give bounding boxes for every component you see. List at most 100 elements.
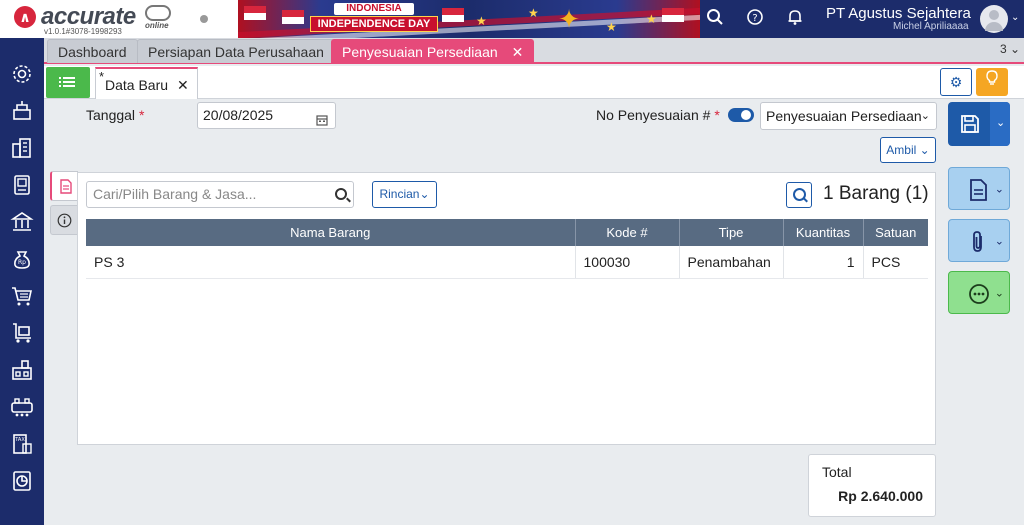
avatar[interactable] (980, 5, 1008, 33)
gear-icon[interactable]: ⚙ (940, 68, 972, 96)
more-actions-button[interactable]: ⌄ (948, 271, 1010, 314)
sub-toolbar: * Data Baru ✕ ⚙ (44, 66, 1024, 99)
workspace: Dashboard Persiapan Data Perusahaan Peny… (44, 38, 1024, 525)
search-icon[interactable] (786, 182, 812, 208)
save-button[interactable]: ⌄ (948, 102, 1010, 146)
total-label: Total (822, 464, 852, 480)
document-actions-button[interactable]: ⌄ (948, 167, 1010, 210)
attachment-button[interactable]: ⌄ (948, 219, 1010, 262)
auto-number-toggle[interactable] (728, 108, 754, 122)
chevron-down-icon: ⌄ (994, 183, 1004, 195)
col-kode[interactable]: Kode # (575, 219, 680, 246)
company-icon[interactable] (10, 99, 34, 123)
required-mark: * (138, 107, 145, 123)
banner-title: INDONESIA INDEPENDENCE DAY (310, 3, 438, 32)
close-icon[interactable]: ✕ (512, 44, 524, 60)
no-label-text: No Penyesuaian # (596, 107, 711, 123)
tab-label: Persiapan Data Perusahaan (148, 44, 324, 60)
tab-detail[interactable] (50, 171, 78, 201)
calendar-icon[interactable] (316, 109, 328, 134)
no-penyesuaian-select[interactable]: Penyesuaian Persediaan ⌄ (760, 102, 937, 130)
tab-dashboard[interactable]: Dashboard (47, 39, 138, 63)
tanggal-value: 20/08/2025 (203, 107, 274, 123)
warehouse-icon[interactable] (10, 358, 34, 382)
star-icon: ★ (528, 6, 539, 20)
flag-icon (662, 8, 684, 22)
list-view-button[interactable] (46, 67, 90, 98)
document-icon (970, 179, 987, 201)
item-search-input[interactable] (93, 186, 323, 202)
cell-kuantitas[interactable]: 1 (783, 246, 864, 279)
report-icon[interactable] (10, 469, 34, 493)
banner-line2: INDEPENDENCE DAY (310, 16, 438, 32)
more-icon (969, 284, 989, 304)
rincian-button[interactable]: Rincian⌄ (372, 181, 437, 208)
tanggal-field[interactable]: 20/08/2025 (197, 102, 336, 129)
svg-text:?: ? (752, 13, 757, 24)
cart-icon[interactable] (10, 284, 34, 308)
tanggal-label: Tanggal * (86, 107, 144, 123)
paperclip-icon (973, 231, 982, 252)
item-search-box[interactable] (86, 181, 354, 208)
ambil-button[interactable]: Ambil ⌄ (880, 137, 936, 163)
chevron-down-icon: ⌄ (994, 235, 1004, 247)
company-name[interactable]: PT Agustus Sejahtera (826, 5, 971, 22)
help-icon[interactable]: ? (744, 8, 766, 30)
cloud-icon (145, 5, 171, 21)
rincian-label: Rincian (379, 187, 420, 201)
items-table: Nama Barang Kode # Tipe Kuantitas Satuan… (86, 219, 928, 279)
search-icon[interactable] (335, 188, 347, 200)
tab-penyesuaian-persediaan[interactable]: Penyesuaian Persediaan ✕ (331, 39, 535, 63)
required-mark: * (714, 107, 720, 123)
col-tipe[interactable]: Tipe (679, 219, 784, 246)
trolley-icon[interactable] (10, 321, 34, 345)
production-icon[interactable] (10, 395, 34, 419)
subtab-label: Data Baru (105, 77, 169, 93)
save-options-dropdown[interactable]: ⌄ (990, 102, 1010, 146)
cell-kode[interactable]: 100030 (575, 246, 680, 279)
cell-nama[interactable]: PS 3 (86, 246, 576, 279)
bell-icon[interactable] (784, 8, 806, 30)
money-bag-icon[interactable]: Rp (10, 247, 34, 271)
tab-label: Dashboard (58, 44, 127, 60)
top-bar: ∧ accurate online v1.0.1#3078-1998293 IN… (0, 0, 1024, 38)
module-tabs: Dashboard Persiapan Data Perusahaan Peny… (44, 38, 1024, 64)
user-name: Michel Apriliaaaa (893, 21, 969, 32)
cell-tipe[interactable]: Penambahan (679, 246, 784, 279)
tanggal-label-text: Tanggal (86, 107, 136, 123)
chevron-down-icon: ⌄ (996, 117, 1006, 129)
tab-label: Penyesuaian Persediaan (342, 44, 498, 60)
search-icon[interactable] (704, 8, 726, 30)
flag-icon (442, 8, 464, 22)
table-row[interactable]: PS 3 100030 Penambahan 1 PCS (86, 246, 928, 279)
info-icon (57, 213, 72, 228)
bank-icon[interactable] (10, 210, 34, 234)
status-dot-icon (200, 15, 208, 23)
document-icon (60, 179, 72, 194)
no-penyesuaian-label: No Penyesuaian # * (596, 107, 720, 123)
brand-area[interactable]: ∧ accurate online v1.0.1#3078-1998293 (0, 0, 238, 38)
settings-icon[interactable] (10, 62, 34, 86)
tab-data-baru[interactable]: * Data Baru ✕ (95, 67, 198, 99)
col-nama-barang[interactable]: Nama Barang (86, 219, 576, 246)
no-select-value: Penyesuaian Persediaan (766, 108, 922, 124)
lightbulb-icon[interactable] (976, 68, 1008, 96)
tax-icon[interactable]: TAX (10, 432, 34, 456)
cell-satuan[interactable]: PCS (863, 246, 928, 279)
col-satuan[interactable]: Satuan (863, 219, 928, 246)
building-icon[interactable] (10, 136, 34, 160)
accurate-logo-icon: ∧ (14, 6, 36, 28)
tab-info[interactable] (50, 205, 78, 235)
ledger-icon[interactable] (10, 173, 34, 197)
tab-persiapan-data[interactable]: Persiapan Data Perusahaan (137, 39, 335, 63)
star-icon: ★ (606, 20, 617, 34)
sidebar: Rp TAX (0, 38, 44, 525)
chevron-down-icon: ⌄ (994, 287, 1004, 299)
banner-line1: INDONESIA (334, 3, 414, 15)
col-kuantitas[interactable]: Kuantitas (783, 219, 864, 246)
close-icon[interactable]: ✕ (177, 77, 189, 94)
chevron-down-icon[interactable]: ⌄ (1011, 12, 1019, 23)
app-version: v1.0.1#3078-1998293 (44, 27, 122, 36)
flag-icon (282, 10, 304, 24)
tab-count-dropdown[interactable]: 3 ⌄ (1000, 42, 1020, 56)
